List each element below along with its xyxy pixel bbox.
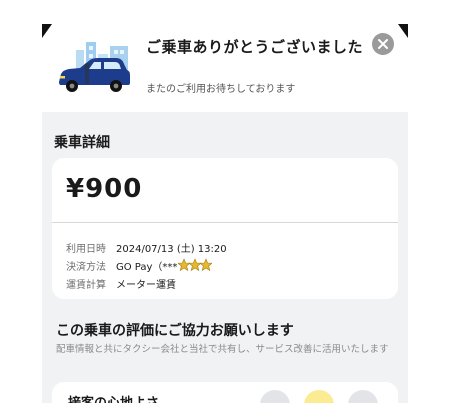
rating-option-2[interactable] [304,390,334,403]
detail-label: 運賃計算 [66,279,106,291]
sheet-body: 乗車詳細 ¥900 利用日時 2024/07/13 (土) 13:20 決済方法… [42,112,408,403]
ride-details-card: ¥900 利用日時 2024/07/13 (土) 13:20 決済方法 GO P… [52,158,398,299]
star-mask-icons [178,258,213,272]
rating-card: 接客の心地よさ [52,382,398,403]
sheet-corner-left [42,24,52,38]
rating-option-1[interactable] [260,390,290,403]
detail-value: 2024/07/13 (土) 13:20 [116,243,227,255]
divider [52,222,398,223]
rating-description: 配車情報と共にタクシー会社と当社で共有し、サービス改善に活用いたします [56,344,389,355]
close-button[interactable] [372,33,394,55]
rating-heading: この乗車の評価にご協力お願いします [56,323,294,339]
details-rows: 利用日時 2024/07/13 (土) 13:20 決済方法 GO Pay（**… [66,238,227,292]
detail-value: メーター運賃 [116,279,176,291]
ride-complete-sheet: ご乗車ありがとうございました またのご利用お待ちしております 乗車詳細 ¥900… [42,24,408,403]
sheet-corner-right [398,24,408,38]
detail-label: 利用日時 [66,243,106,255]
thank-you-title: ご乗車ありがとうございました [146,38,364,56]
sheet-header: ご乗車ありがとうございました またのご利用お待ちしております [42,24,408,112]
detail-row-datetime: 利用日時 2024/07/13 (土) 13:20 [66,238,227,256]
taxi-illustration [59,42,130,92]
detail-row-fare-calc: 運賃計算 メーター運賃 [66,274,227,292]
thank-you-subtitle: またのご利用お待ちしております [146,84,296,95]
detail-value-payment: GO Pay（*** [116,258,213,273]
detail-label: 決済方法 [66,261,106,273]
fare-amount: ¥900 [66,174,143,204]
detail-row-payment: 決済方法 GO Pay（*** [66,256,227,274]
rating-item-label: 接客の心地よさ [68,392,159,403]
detail-value: GO Pay（*** [116,261,178,273]
close-icon [378,39,388,49]
rating-option-3[interactable] [348,390,378,403]
ride-details-heading: 乗車詳細 [54,135,110,151]
